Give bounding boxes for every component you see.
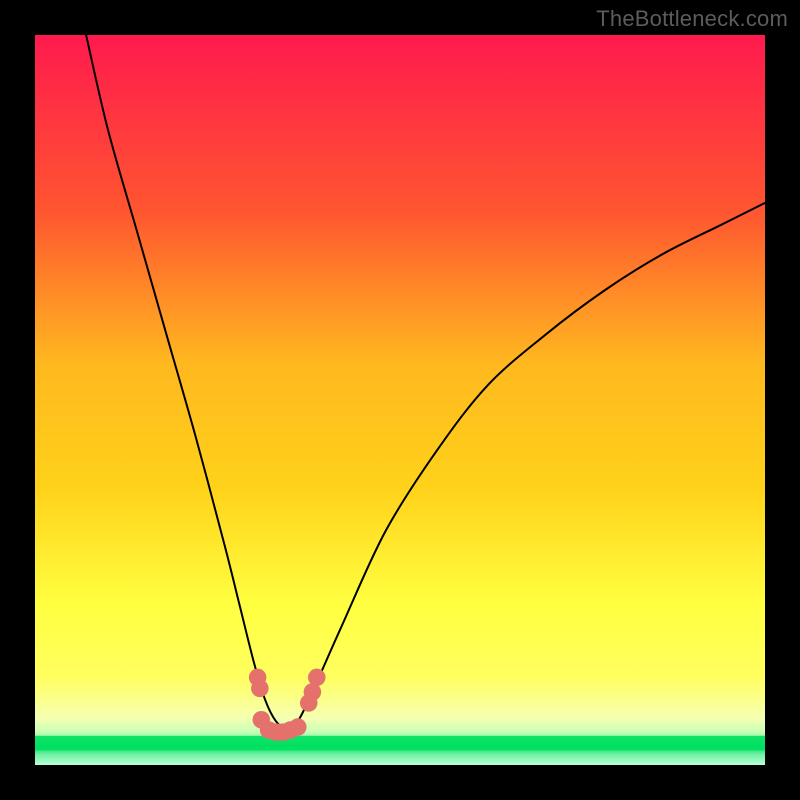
plot-area: [35, 35, 765, 765]
plot-svg: [35, 35, 765, 765]
trough-marker: [308, 669, 326, 687]
chart-frame: TheBottleneck.com: [0, 0, 800, 800]
watermark-text: TheBottleneck.com: [596, 6, 788, 32]
trough-marker: [251, 680, 269, 698]
green-band: [35, 736, 765, 751]
trough-marker: [289, 718, 307, 736]
gradient-background: [35, 35, 765, 765]
